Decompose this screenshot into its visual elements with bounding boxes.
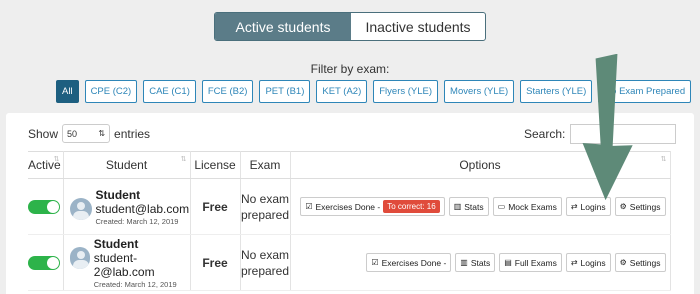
logins-button[interactable]: ⇄ Logins [565,253,611,272]
full-exams-button[interactable]: ▤ Full Exams [499,253,562,272]
avatar [69,246,90,269]
license-cell: Free [190,178,241,235]
chip-fce[interactable]: FCE (B2) [201,80,254,103]
active-cell [28,234,64,291]
filter-title: Filter by exam: [310,62,390,76]
table-row: Student student@lab.com Created: March 1… [28,178,671,235]
stats-button[interactable]: ▥ Stats [455,253,496,272]
col-license[interactable]: License [190,151,241,179]
bar-chart-icon: ▥ [460,258,468,267]
col-options: Options ⇅ [290,151,671,179]
settings-button[interactable]: ⚙ Settings [614,197,666,216]
student-name: Student [95,187,141,202]
settings-button[interactable]: ⚙ Settings [614,253,666,272]
exercises-done-button[interactable]: ☑ Exercises Done - To correct: 16 [300,197,445,216]
exercises-done-button[interactable]: ☑ Exercises Done - [366,253,452,272]
entries-control: Show 50 ⇅ entries [28,124,150,143]
student-email: student-2@lab.com [93,250,155,279]
gear-icon: ⚙ [619,202,627,211]
avatar [69,197,92,220]
document-icon: ▤ [504,258,512,267]
license-cell: Free [190,234,241,291]
chip-cpe[interactable]: CPE (C2) [84,80,138,103]
mock-exams-button[interactable]: ▭ Mock Exams [492,197,562,216]
tab-inactive-students[interactable]: Inactive students [351,13,485,40]
chip-pet[interactable]: PET (B1) [259,80,311,103]
sort-icon: ⇅ [180,156,187,163]
col-exam[interactable]: Exam [240,151,291,179]
student-name: Student [93,236,139,251]
col-active[interactable]: Active ⇅ [28,151,64,179]
student-cell: Student student-2@lab.com Created: March… [63,234,191,291]
check-square-icon: ☑ [305,202,313,211]
sort-icon: ⇅ [660,156,667,163]
tab-active-students[interactable]: Active students [215,13,351,40]
chip-no-exam[interactable]: No Exam Prepared [598,80,692,103]
exam-cell: No exam prepared [240,234,291,291]
student-email: student@lab.com [95,201,190,216]
options-cell: ☑ Exercises Done - To correct: 16 ▥ Stats… [290,178,671,235]
chip-flyers[interactable]: Flyers (YLE) [373,80,439,103]
chip-starters[interactable]: Starters (YLE) [520,80,593,103]
chip-ket[interactable]: KET (A2) [316,80,368,103]
search-input[interactable] [570,124,677,144]
chevron-updown-icon: ⇅ [98,129,106,138]
active-toggle[interactable] [28,199,60,214]
stats-button[interactable]: ▥ Stats [448,197,489,216]
laptop-icon: ▭ [497,202,506,211]
exchange-icon: ⇄ [570,202,578,211]
show-label: Show [28,126,59,141]
search-label: Search: [524,127,566,141]
chip-cae[interactable]: CAE (C1) [143,80,196,103]
chip-all[interactable]: All [56,80,79,103]
student-cell: Student student@lab.com Created: March 1… [63,178,191,235]
options-cell: ☑ Exercises Done - ▥ Stats ▤ Full Exams ⇄ L… [290,234,671,291]
check-square-icon: ☑ [371,258,379,267]
active-toggle[interactable] [28,255,60,270]
exchange-icon: ⇄ [570,258,578,267]
search-control: Search: [524,124,677,144]
entries-value: 50 [67,128,78,139]
table-row: Student student-2@lab.com Created: March… [28,234,671,291]
exam-filter-chips: All CPE (C2) CAE (C1) FCE (B2) PET (B1) … [56,80,692,103]
student-created: Created: March 12, 2019 [95,216,179,226]
chip-movers[interactable]: Movers (YLE) [444,80,515,103]
logins-button[interactable]: ⇄ Logins [565,197,611,216]
entries-label: entries [114,126,151,141]
student-status-tabs: Active students Inactive students [214,12,486,41]
bar-chart-icon: ▥ [453,202,462,211]
entries-select[interactable]: 50 ⇅ [62,124,111,143]
sort-icon: ⇅ [53,156,60,163]
col-student[interactable]: Student ⇅ [63,151,191,179]
student-created: Created: March 12, 2019 [93,279,177,289]
students-table: Active ⇅ Student ⇅ License Exam Options ⇅ S… [28,151,671,291]
active-cell [28,178,64,235]
exam-cell: No exam prepared [240,178,291,235]
to-correct-badge: To correct: 16 [383,200,440,213]
gear-icon: ⚙ [619,258,627,267]
